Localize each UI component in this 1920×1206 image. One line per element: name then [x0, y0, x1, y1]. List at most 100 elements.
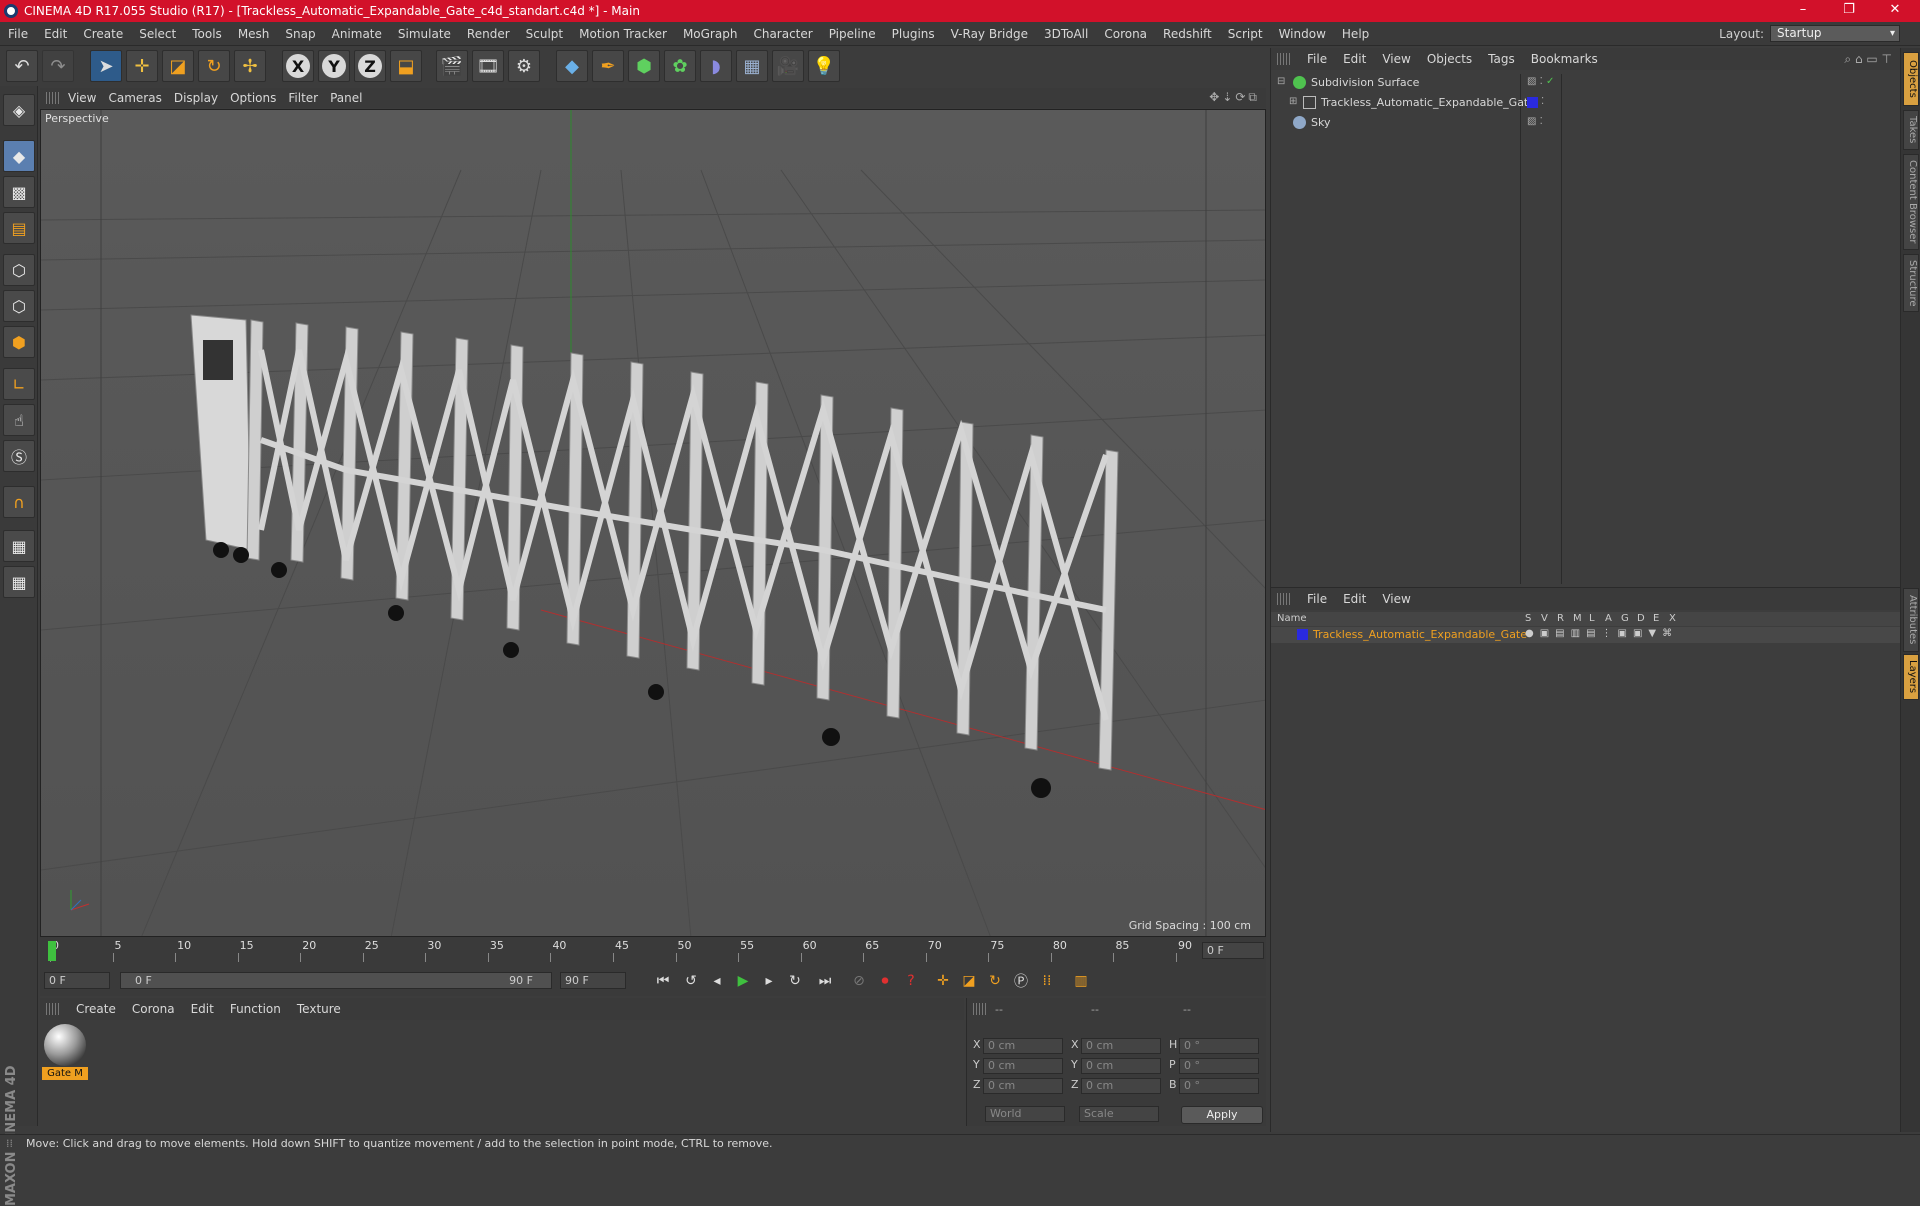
viewport-nav-icons[interactable]: ✥⇣⟳⧉ — [1209, 90, 1260, 105]
material-menu-corona[interactable]: Corona — [124, 1002, 183, 1016]
objects-menu-tags[interactable]: Tags — [1480, 52, 1523, 66]
menu-3dtoall[interactable]: 3DToAll — [1036, 27, 1096, 41]
deformer-icon[interactable]: ◗ — [700, 50, 732, 82]
menu-snap[interactable]: Snap — [277, 27, 323, 41]
size-x-field[interactable]: 0 cm — [1081, 1038, 1161, 1054]
tab-layers[interactable]: Layers — [1903, 654, 1919, 700]
key-rotation-icon[interactable]: ↻ — [984, 970, 1006, 992]
coordinate-mode-dropdown[interactable]: World — [985, 1106, 1065, 1122]
close-button[interactable]: ✕ — [1880, 2, 1910, 20]
menu-simulate[interactable]: Simulate — [390, 27, 459, 41]
move-tool-icon[interactable]: ✛ — [126, 50, 158, 82]
apply-button[interactable]: Apply — [1181, 1106, 1263, 1124]
tab-attributes[interactable]: Attributes — [1903, 588, 1919, 652]
tab-takes[interactable]: Takes — [1903, 110, 1919, 150]
menu-sculpt[interactable]: Sculpt — [518, 27, 571, 41]
object-row-subdivision[interactable]: ⊟ Subdivision Surface ▨ ⁚ ✓ — [1275, 74, 1895, 92]
step-back-icon[interactable]: ◂ — [706, 970, 728, 992]
select-tool-icon[interactable]: ➤ — [90, 50, 122, 82]
menu-select[interactable]: Select — [131, 27, 184, 41]
menu-mograph[interactable]: MoGraph — [675, 27, 746, 41]
keyframe-selection-icon[interactable]: ? — [900, 970, 922, 992]
render-view-icon[interactable]: 🎬 — [436, 50, 468, 82]
menu-animate[interactable]: Animate — [324, 27, 390, 41]
objects-menu-edit[interactable]: Edit — [1335, 52, 1374, 66]
objects-search-icon[interactable]: ⌕ ⌂ ▭ ⊤ — [1836, 52, 1900, 67]
key-position-icon[interactable]: ✛ — [932, 970, 954, 992]
objects-menu-bookmarks[interactable]: Bookmarks — [1523, 52, 1606, 66]
texture-mode-icon[interactable]: ▩ — [3, 176, 35, 208]
key-parameter-icon[interactable]: Ⓟ — [1010, 970, 1032, 992]
menu-tools[interactable]: Tools — [184, 27, 230, 41]
workplane-mode-icon[interactable]: ▤ — [3, 212, 35, 244]
rotation-h-field[interactable]: 0 ° — [1179, 1038, 1259, 1054]
make-editable-icon[interactable]: ◈ — [3, 94, 35, 126]
autokey-icon[interactable]: ⏺ — [874, 970, 896, 992]
layers-menu-view[interactable]: View — [1374, 592, 1418, 606]
menu-create[interactable]: Create — [75, 27, 131, 41]
layout-dropdown[interactable]: Startup — [1770, 25, 1900, 42]
go-to-start-icon[interactable]: ⏮ — [652, 970, 674, 992]
layer-toggle-icons[interactable]: ●▣▤▥▤⋮▣▣▼⌘ — [1525, 628, 1678, 639]
key-scale-icon[interactable]: ◪ — [958, 970, 980, 992]
material-menu-create[interactable]: Create — [68, 1002, 124, 1016]
position-z-field[interactable]: 0 cm — [983, 1078, 1063, 1094]
viewport-menu-cameras[interactable]: Cameras — [106, 91, 171, 105]
material-menu-texture[interactable]: Texture — [289, 1002, 349, 1016]
light-icon[interactable]: 💡 — [808, 50, 840, 82]
model-mode-icon[interactable]: ◆ — [3, 140, 35, 172]
subdivision-surface-icon[interactable]: ⬢ — [628, 50, 660, 82]
objects-menu-file[interactable]: File — [1299, 52, 1335, 66]
rotation-b-field[interactable]: 0 ° — [1179, 1078, 1259, 1094]
viewport-menu-filter[interactable]: Filter — [286, 91, 328, 105]
menu-pipeline[interactable]: Pipeline — [821, 27, 884, 41]
axis-mode-icon[interactable]: ∟ — [3, 368, 35, 400]
rotation-p-field[interactable]: 0 ° — [1179, 1058, 1259, 1074]
y-axis-lock-button[interactable]: Y — [318, 50, 350, 82]
size-y-field[interactable]: 0 cm — [1081, 1058, 1161, 1074]
menu-help[interactable]: Help — [1334, 27, 1377, 41]
tab-content-browser[interactable]: Content Browser — [1903, 154, 1919, 250]
camera-icon[interactable]: 🎥 — [772, 50, 804, 82]
material-swatch[interactable]: Gate M — [42, 1024, 88, 1080]
tab-structure[interactable]: Structure — [1903, 254, 1919, 312]
spline-pen-icon[interactable]: ✒ — [592, 50, 624, 82]
planar-workplane-icon[interactable]: ▦ — [3, 566, 35, 598]
start-frame-field[interactable]: 0 F — [44, 972, 110, 989]
menu-mesh[interactable]: Mesh — [230, 27, 278, 41]
menu-file[interactable]: File — [0, 27, 36, 41]
menu-corona[interactable]: Corona — [1096, 27, 1155, 41]
current-frame-field[interactable]: 0 F — [1202, 942, 1264, 959]
material-menu-function[interactable]: Function — [222, 1002, 289, 1016]
x-axis-lock-button[interactable]: X — [282, 50, 314, 82]
minimize-button[interactable]: – — [1788, 2, 1818, 20]
scale-mode-dropdown[interactable]: Scale — [1079, 1106, 1159, 1122]
redo-icon[interactable]: ↷ — [42, 50, 74, 82]
z-axis-lock-button[interactable]: Z — [354, 50, 386, 82]
collapse-icon[interactable]: ⊟ — [1277, 76, 1285, 87]
viewport-menu-options[interactable]: Options — [228, 91, 286, 105]
snap-magnet-icon[interactable]: ∩ — [3, 486, 35, 518]
viewport-menu-view[interactable]: View — [66, 91, 106, 105]
solo-mode-icon[interactable]: Ⓢ — [3, 440, 35, 472]
menu-vray-bridge[interactable]: V-Ray Bridge — [943, 27, 1036, 41]
render-picture-viewer-icon[interactable]: 🎞 — [472, 50, 504, 82]
cube-primitive-icon[interactable]: ◆ — [556, 50, 588, 82]
lock-workplane-icon[interactable]: ▦ — [3, 530, 35, 562]
frame-range-slider[interactable]: 0 F 90 F — [120, 972, 552, 989]
tweak-mode-icon[interactable]: ☝ — [3, 404, 35, 436]
previous-key-icon[interactable]: ↺ — [680, 970, 702, 992]
viewport-menu-display[interactable]: Display — [172, 91, 228, 105]
objects-menu-view[interactable]: View — [1374, 52, 1418, 66]
object-row-gate[interactable]: ⊞ Trackless_Automatic_Expandable_Gate ⁚ — [1275, 94, 1895, 112]
viewport-perspective[interactable]: Perspective Grid Spacing : 100 cm — [40, 109, 1266, 937]
menu-edit[interactable]: Edit — [36, 27, 75, 41]
object-row-sky[interactable]: Sky ▨ ⁚ — [1275, 114, 1895, 132]
key-pla-icon[interactable]: ⁞⁞ — [1036, 970, 1058, 992]
menu-window[interactable]: Window — [1271, 27, 1334, 41]
layers-menu-file[interactable]: File — [1299, 592, 1335, 606]
end-frame-field[interactable]: 90 F — [560, 972, 626, 989]
go-to-end-icon[interactable]: ⏭ — [814, 970, 836, 992]
menu-motion-tracker[interactable]: Motion Tracker — [571, 27, 675, 41]
objects-menu-objects[interactable]: Objects — [1419, 52, 1480, 66]
